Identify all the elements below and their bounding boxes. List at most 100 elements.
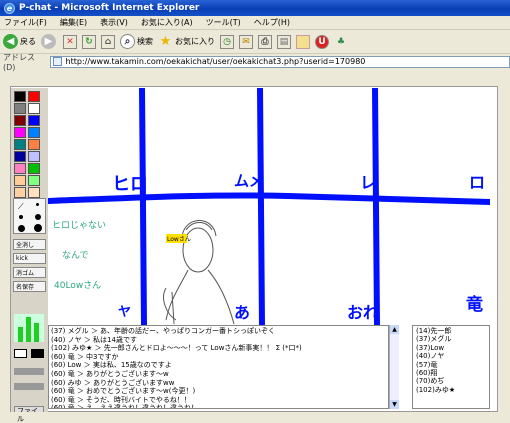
dot-medium-icon[interactable] [19, 215, 23, 219]
palette-swatch[interactable] [14, 187, 26, 198]
palette-swatch[interactable] [14, 139, 26, 150]
dot-large-icon[interactable] [35, 214, 41, 220]
palette-swatch[interactable] [28, 139, 40, 150]
messenger-icon[interactable]: U [315, 35, 329, 49]
palette-swatch[interactable] [14, 91, 26, 102]
home-icon[interactable]: ⌂ [101, 35, 115, 49]
user-list-item[interactable]: (37)Low [416, 344, 486, 352]
palette-swatch[interactable] [28, 151, 40, 162]
dot-xxl-icon[interactable] [34, 224, 42, 232]
kick-button[interactable]: kick [13, 253, 46, 264]
star-icon: ★ [158, 34, 173, 49]
chat-message: (60) みゆ ＞ ありがとうございますww [51, 379, 386, 388]
edit-icon[interactable]: ▤ [277, 35, 291, 49]
user-list-item[interactable]: (102)みゆ★ [416, 386, 486, 394]
user-list[interactable]: (14)先一郎(37)メグル(37)Low(40)ノヤ(57)竜(60)翔(70… [412, 325, 490, 409]
vertical-stroke-3 [375, 88, 377, 325]
neck-and-body [166, 270, 234, 324]
palette-swatch[interactable] [14, 103, 26, 114]
forward-arrow-icon: ▶ [41, 34, 56, 49]
all-erase-button[interactable]: 全消し [13, 239, 46, 250]
scroll-up-icon[interactable]: ▲ [390, 325, 399, 334]
scroll-down-icon[interactable]: ▼ [390, 400, 399, 409]
ie-logo-icon: e [4, 3, 15, 14]
menu-help[interactable]: ヘルプ(H) [254, 17, 290, 28]
face-tag-label: Lowさん [167, 236, 191, 243]
palette-swatch[interactable] [14, 127, 26, 138]
doodle-line-1: ヒロじゃない [52, 220, 106, 231]
vertical-stroke-2 [260, 88, 262, 325]
color-swatch-black[interactable] [31, 349, 44, 358]
back-arrow-icon: ◀ [3, 34, 18, 49]
refresh-icon[interactable]: ↻ [82, 35, 96, 49]
address-field[interactable]: http://www.takamin.com/oekakichat/user/o… [50, 56, 510, 68]
mail-square-icon[interactable] [14, 349, 27, 358]
window-title: P-chat - Microsoft Internet Explorer [19, 3, 199, 13]
name-save-button[interactable]: 名保存 [13, 281, 46, 292]
chat-message: (37) メグル ＞ あ、年齢の話だー、やっぱりコンガー番トシっぽいぞく [51, 327, 386, 336]
drawing-tools-panel: ⟋ 全消し kick 消ゴム 名保存 [11, 88, 48, 412]
mail-icon[interactable]: ✉ [239, 35, 253, 49]
eraser-button[interactable]: 消ゴム [13, 267, 46, 278]
menu-favorites[interactable]: お気に入り(A) [141, 17, 193, 28]
chat-scrollbar[interactable]: ▲ ▼ [389, 325, 399, 409]
line-tool-icon[interactable]: ⟋ [18, 202, 24, 212]
back-button[interactable]: ◀ 戻る [3, 34, 36, 49]
palette-swatch[interactable] [28, 127, 40, 138]
vertical-stroke-1 [142, 88, 144, 325]
favorites-button[interactable]: ★ お気に入り [158, 34, 215, 49]
canvas-label-ro: ロ [469, 173, 485, 192]
user-list-item[interactable]: (40)ノヤ [416, 352, 486, 360]
level-bar-1 [18, 327, 23, 342]
gray-button-2[interactable] [14, 383, 44, 390]
palette-swatch[interactable] [28, 163, 40, 174]
gray-button[interactable] [14, 368, 44, 375]
canvas-label-a: あ [234, 303, 250, 322]
people-icon[interactable]: ♣ [334, 35, 348, 49]
print-icon[interactable]: ⎙ [258, 35, 272, 49]
menu-tools[interactable]: ツール(T) [206, 17, 241, 28]
menu-edit[interactable]: 編集(E) [60, 17, 87, 28]
palette-swatch[interactable] [28, 175, 40, 186]
user-list-item[interactable]: (70)めぢ [416, 377, 486, 385]
blue-grid-lines [48, 88, 490, 325]
menu-file[interactable]: ファイル(F) [4, 17, 47, 28]
menu-view[interactable]: 表示(V) [100, 17, 128, 28]
dot-xl-icon[interactable] [18, 225, 25, 232]
user-list-item[interactable]: (37)メグル [416, 335, 486, 343]
dot-small-icon[interactable] [36, 203, 39, 206]
horizontal-stroke [48, 195, 490, 202]
green-doodle-text: ヒロじゃない なんで 40Lowさん [52, 220, 106, 291]
level-bar-2 [26, 317, 31, 342]
palette-swatch[interactable] [28, 187, 40, 198]
canvas-label-ya: ヤ [118, 305, 131, 320]
palette-swatch[interactable] [28, 103, 40, 114]
pen-size-panel: ⟋ [13, 198, 46, 234]
chat-message: (60) Low ＞ 実は私、15歳なのですよ [51, 361, 386, 370]
chat-message: (102) みゆ★ ＞ 先一郎さんとドロよ～～～！って Lowさん新事実！！ Σ… [51, 344, 386, 353]
forward-button[interactable]: ▶ [41, 34, 58, 49]
canvas-label-re: レ [360, 173, 376, 192]
doodle-line-2: なんで [62, 250, 89, 261]
title-bar: e P-chat - Microsoft Internet Explorer [0, 0, 510, 16]
canvas-label-ryu: 竜 [466, 294, 483, 315]
palette-swatch[interactable] [14, 175, 26, 186]
page-icon [53, 57, 62, 66]
stop-icon[interactable]: ✕ [63, 35, 77, 49]
folder-icon[interactable] [296, 35, 310, 49]
palette-swatch[interactable] [28, 91, 40, 102]
user-list-item[interactable]: (57)竜 [416, 361, 486, 369]
palette-swatch[interactable] [28, 115, 40, 126]
palette-swatch[interactable] [14, 115, 26, 126]
level-meter [14, 314, 44, 342]
drawing-canvas[interactable]: ヒロ ムメ レ ロ ヤ あ おれ 竜 ヒロじゃない なんで 40Lowさん Lo… [48, 88, 490, 325]
search-icon: ⌕ [120, 34, 135, 49]
palette-swatch[interactable] [14, 163, 26, 174]
address-bar: アドレス(D) http://www.takamin.com/oekakicha… [0, 54, 510, 69]
canvas-label-mume: ムメ [234, 172, 264, 190]
palette-swatch[interactable] [14, 151, 26, 162]
history-icon[interactable]: ◷ [220, 35, 234, 49]
chat-log[interactable]: (37) メグル ＞ あ、年齢の話だー、やっぱりコンガー番トシっぽいぞく(40)… [48, 325, 389, 409]
canvas-label-hiro: ヒロ [112, 174, 148, 195]
search-button[interactable]: ⌕ 検索 [120, 34, 153, 49]
